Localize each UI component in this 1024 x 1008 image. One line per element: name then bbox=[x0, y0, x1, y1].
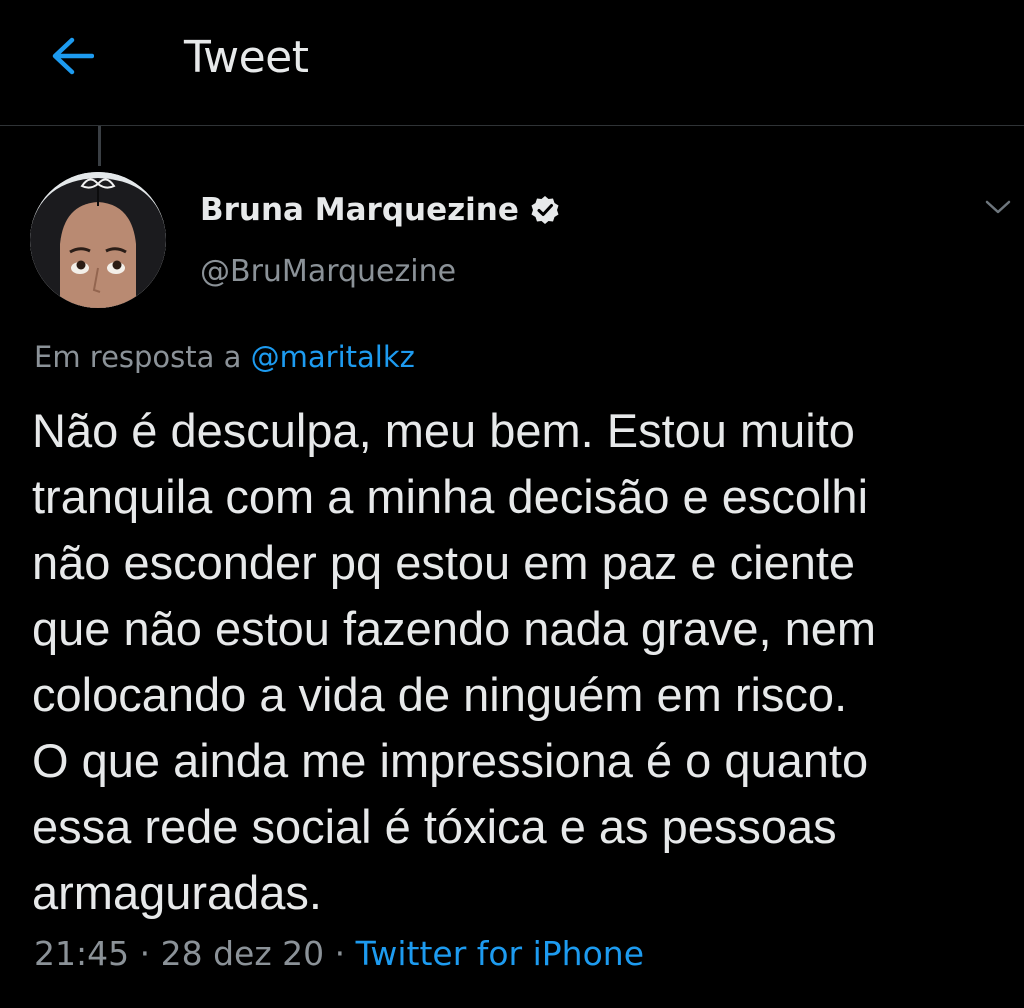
reply-mention-link[interactable]: @maritalkz bbox=[251, 340, 415, 374]
chevron-down-icon bbox=[985, 199, 1011, 219]
verified-badge-icon bbox=[529, 194, 561, 226]
tweet-menu-button[interactable] bbox=[978, 194, 1018, 224]
thread-connector-line bbox=[98, 126, 101, 166]
page-title: Tweet bbox=[184, 32, 309, 83]
meta-separator: · bbox=[139, 934, 151, 973]
tweet-source-link[interactable]: Twitter for iPhone bbox=[356, 934, 644, 973]
reply-prefix: Em resposta a bbox=[34, 340, 242, 374]
arrow-left-icon bbox=[50, 36, 95, 80]
author-handle[interactable]: @BruMarquezine bbox=[200, 254, 456, 289]
top-bar: Tweet bbox=[0, 0, 1024, 126]
tweet-meta: 21:45 · 28 dez 20 · Twitter for iPhone bbox=[34, 934, 644, 973]
back-button[interactable] bbox=[44, 30, 100, 86]
tweet-time: 21:45 bbox=[34, 934, 130, 973]
avatar[interactable] bbox=[30, 172, 166, 308]
tweet-text: Não é desculpa, meu bem. Estou muito tra… bbox=[32, 404, 877, 919]
reply-context: Em resposta a @maritalkz bbox=[34, 340, 415, 374]
tweet-date: 28 dez 20 bbox=[160, 934, 325, 973]
author-name: Bruna Marquezine bbox=[200, 192, 519, 228]
meta-separator: · bbox=[334, 934, 346, 973]
author-name-row[interactable]: Bruna Marquezine bbox=[200, 192, 561, 228]
